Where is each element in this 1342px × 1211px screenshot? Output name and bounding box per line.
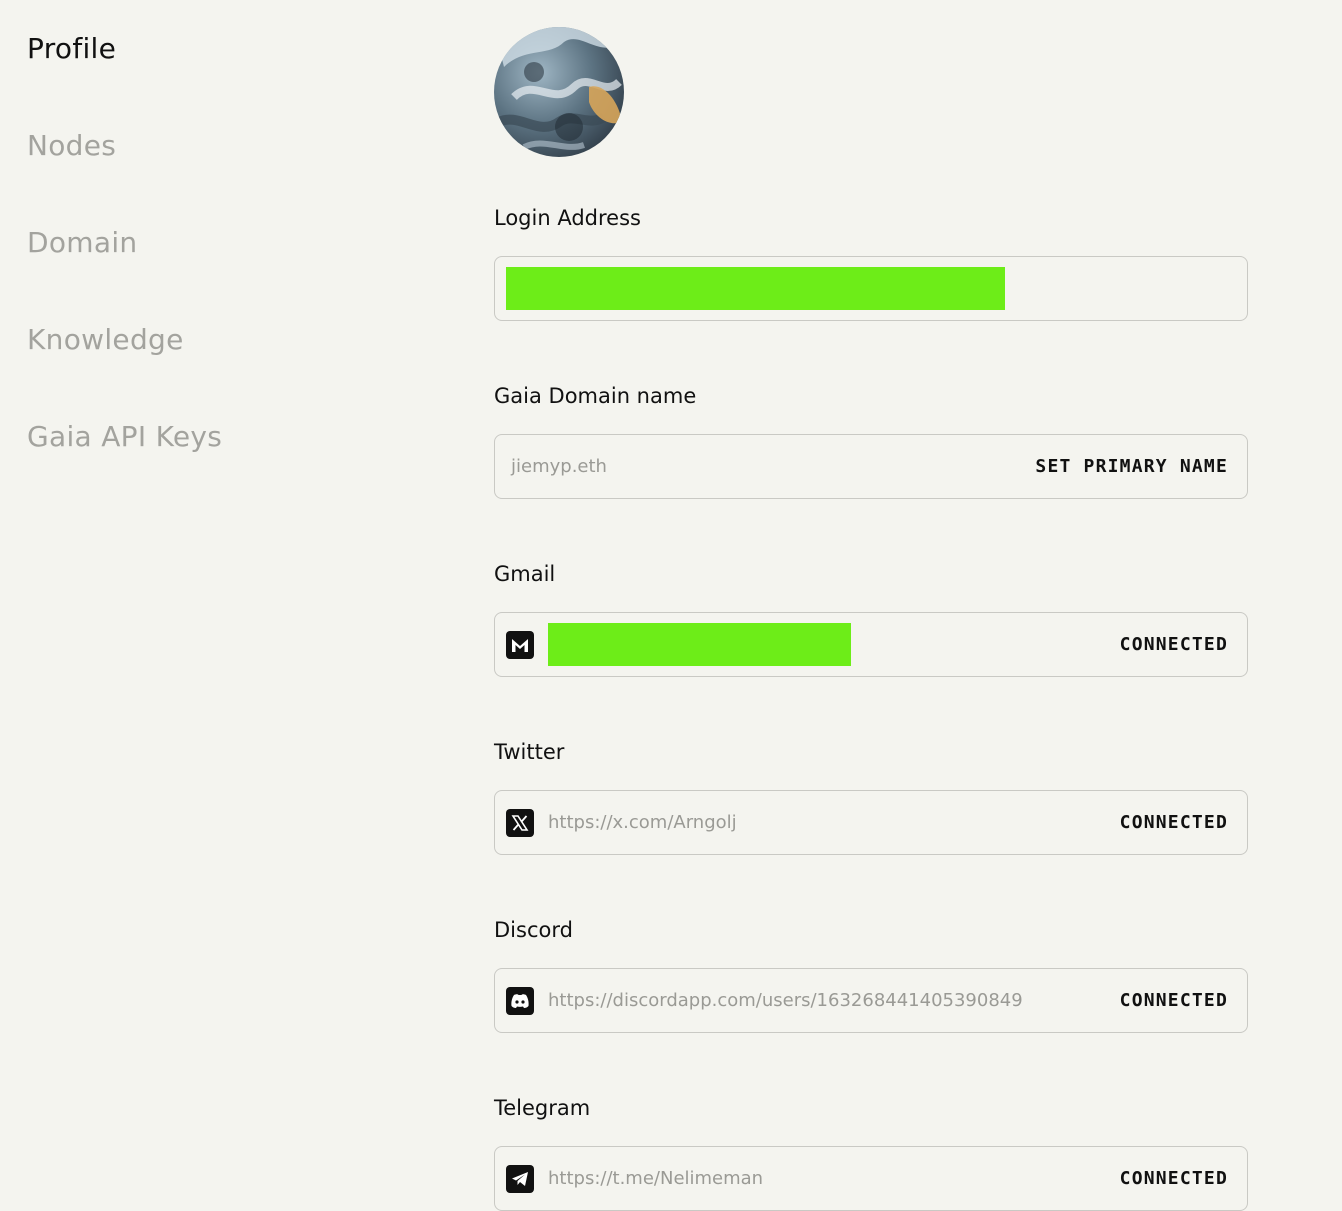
discord-label: Discord: [494, 918, 573, 942]
gaia-domain-input[interactable]: jiemyp.eth SET PRIMARY NAME: [494, 434, 1248, 499]
gmail-label: Gmail: [494, 562, 556, 586]
twitter-field: Twitter https://x.com/Arngolj CONNECTED: [494, 735, 1248, 855]
gmail-icon: [506, 630, 534, 659]
telegram-icon: [506, 1164, 534, 1193]
telegram-field: Telegram https://t.me/Nelimeman CONNECTE…: [494, 1091, 1248, 1211]
gaia-domain-value: jiemyp.eth: [511, 456, 607, 477]
login-address-input[interactable]: [494, 256, 1248, 321]
gmail-input[interactable]: CONNECTED: [494, 612, 1248, 677]
gaia-domain-field: Gaia Domain name jiemyp.eth SET PRIMARY …: [494, 379, 1248, 499]
gmail-field: Gmail CONNECTED: [494, 557, 1248, 677]
redacted-login-address: [506, 267, 1005, 310]
x-icon: [506, 808, 534, 837]
redacted-gmail-address: [548, 623, 851, 666]
sidebar-item-profile[interactable]: Profile: [27, 26, 327, 123]
login-address-label: Login Address: [494, 206, 641, 230]
settings-sidebar: Profile Nodes Domain Knowledge Gaia API …: [27, 26, 327, 511]
profile-panel: Login Address Gaia Domain name jiemyp.et…: [494, 27, 1248, 1211]
discord-field: Discord https://discordapp.com/users/163…: [494, 913, 1248, 1033]
discord-input[interactable]: https://discordapp.com/users/16326844140…: [494, 968, 1248, 1033]
telegram-url: https://t.me/Nelimeman: [548, 1168, 764, 1189]
set-primary-name-button[interactable]: SET PRIMARY NAME: [1035, 456, 1228, 477]
gaia-domain-label: Gaia Domain name: [494, 384, 697, 408]
twitter-input[interactable]: https://x.com/Arngolj CONNECTED: [494, 790, 1248, 855]
twitter-url: https://x.com/Arngolj: [548, 812, 737, 833]
avatar[interactable]: [494, 27, 624, 157]
login-address-field: Login Address: [494, 201, 1248, 321]
twitter-label: Twitter: [494, 740, 565, 764]
sidebar-item-domain[interactable]: Domain: [27, 220, 327, 317]
sidebar-item-knowledge[interactable]: Knowledge: [27, 317, 327, 414]
telegram-connected-status[interactable]: CONNECTED: [1120, 1168, 1228, 1189]
gmail-connected-status[interactable]: CONNECTED: [1120, 634, 1228, 655]
discord-connected-status[interactable]: CONNECTED: [1120, 990, 1228, 1011]
discord-url: https://discordapp.com/users/16326844140…: [548, 990, 1023, 1011]
sidebar-item-nodes[interactable]: Nodes: [27, 123, 327, 220]
twitter-connected-status[interactable]: CONNECTED: [1120, 812, 1228, 833]
telegram-input[interactable]: https://t.me/Nelimeman CONNECTED: [494, 1146, 1248, 1211]
discord-icon: [506, 986, 534, 1015]
sidebar-item-gaia-api-keys[interactable]: Gaia API Keys: [27, 414, 327, 511]
telegram-label: Telegram: [494, 1096, 591, 1120]
